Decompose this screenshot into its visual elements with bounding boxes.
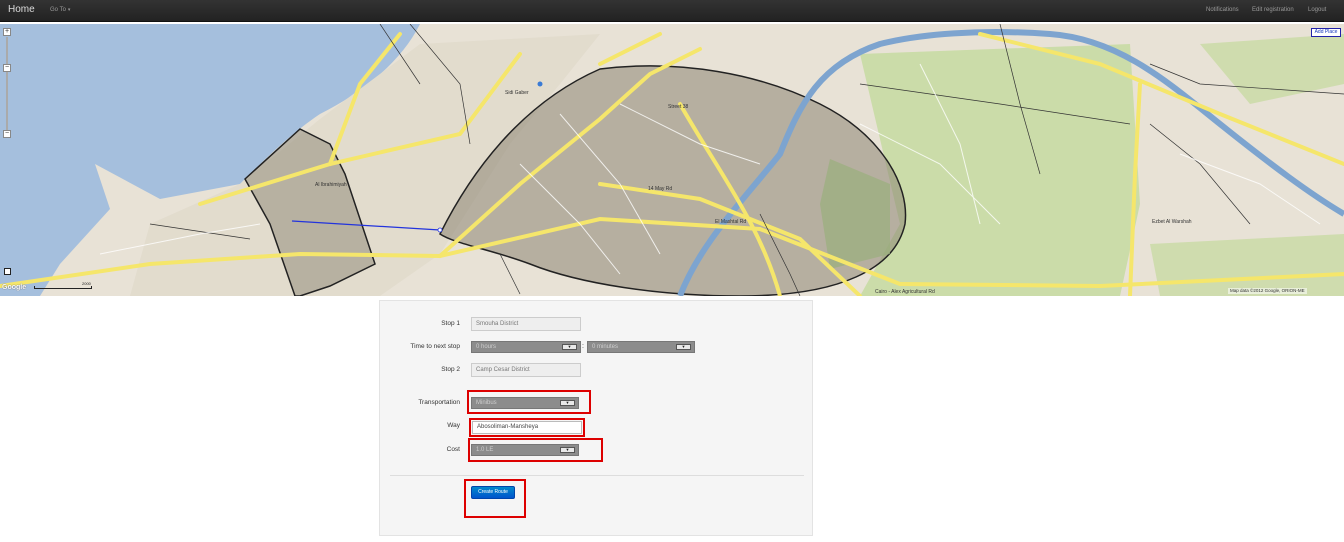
logout-link[interactable]: Logout	[1308, 6, 1326, 14]
hours-value: 0 hours	[476, 344, 497, 350]
map-label-sidi-gaber: Sidi Gaber	[505, 90, 529, 96]
pegman-icon[interactable]	[4, 268, 11, 275]
minutes-value: 0 minutes	[592, 344, 619, 350]
add-place-button[interactable]: Add Place	[1311, 28, 1341, 37]
create-route-button[interactable]: Create Route	[471, 486, 515, 499]
stop1-field[interactable]: Smouha District	[471, 317, 581, 331]
dropdown-arrow-icon: ▼	[560, 447, 575, 453]
stop2-label: Stop 2	[441, 366, 460, 373]
map-label-ibrahimiyah: Al Ibrahimiyah	[315, 182, 347, 188]
map-label-14-may: 14 May Rd	[648, 186, 673, 192]
edit-registration-link[interactable]: Edit registration	[1252, 6, 1294, 14]
time-label: Time to next stop	[410, 343, 460, 350]
zoom-control: + − −	[3, 28, 11, 154]
goto-label: Go To	[50, 7, 66, 13]
minutes-select[interactable]: 0 minutes ▼	[587, 341, 695, 353]
time-separator: :	[582, 343, 584, 350]
cost-select[interactable]: 1.0 LE ▼	[471, 444, 579, 456]
map-label-ezbet: Ezbet Al Warshah	[1152, 219, 1192, 225]
way-field[interactable]: Abosoliman-Mansheya	[472, 421, 582, 434]
map-label-cairo-alex: Cairo - Alex Agricultural Rd	[875, 289, 935, 295]
cost-label: Cost	[446, 446, 460, 453]
map-label-el-mashtal: El Mashtal Rd	[715, 219, 747, 225]
transportation-label: Transportation	[418, 399, 460, 406]
google-logo: Google	[2, 284, 27, 291]
dropdown-arrow-icon: ▼	[562, 344, 577, 350]
dropdown-arrow-icon: ▼	[676, 344, 691, 350]
map-label-street-38: Street 38	[668, 104, 689, 110]
caret-down-icon: ▾	[67, 7, 71, 13]
map-copyright: Map data ©2012 Google, ORION-ME	[1228, 288, 1307, 294]
zoom-slider[interactable]	[6, 37, 8, 133]
cost-value: 1.0 LE	[476, 447, 494, 453]
way-label: Way	[447, 422, 460, 429]
map-view[interactable]: + − − Al Ibrahimiyah Street 38 14 May Rd…	[0, 24, 1344, 296]
top-navbar: Home Go To ▾ Notifications Edit registrat…	[0, 0, 1344, 22]
scale-label: 2000	[82, 281, 91, 286]
dropdown-arrow-icon: ▼	[560, 400, 575, 406]
transportation-select[interactable]: Minibus ▼	[471, 397, 579, 409]
stop2-field[interactable]: Camp Cesar District	[471, 363, 581, 377]
home-link[interactable]: Home	[8, 4, 35, 16]
map-canvas	[0, 24, 1344, 296]
transportation-value: Minibus	[476, 400, 497, 406]
zoom-in-button[interactable]: +	[3, 28, 11, 36]
zoom-step-button[interactable]: −	[3, 64, 11, 72]
hours-select[interactable]: 0 hours ▼	[471, 341, 581, 353]
zoom-out-button[interactable]: −	[3, 130, 11, 138]
scale-bar	[34, 286, 92, 289]
form-divider	[390, 475, 804, 476]
route-form: Stop 1 Smouha District Time to next stop…	[379, 300, 813, 536]
goto-dropdown[interactable]: Go To ▾	[50, 6, 70, 14]
stop1-label: Stop 1	[441, 320, 460, 327]
notifications-link[interactable]: Notifications	[1206, 6, 1239, 14]
